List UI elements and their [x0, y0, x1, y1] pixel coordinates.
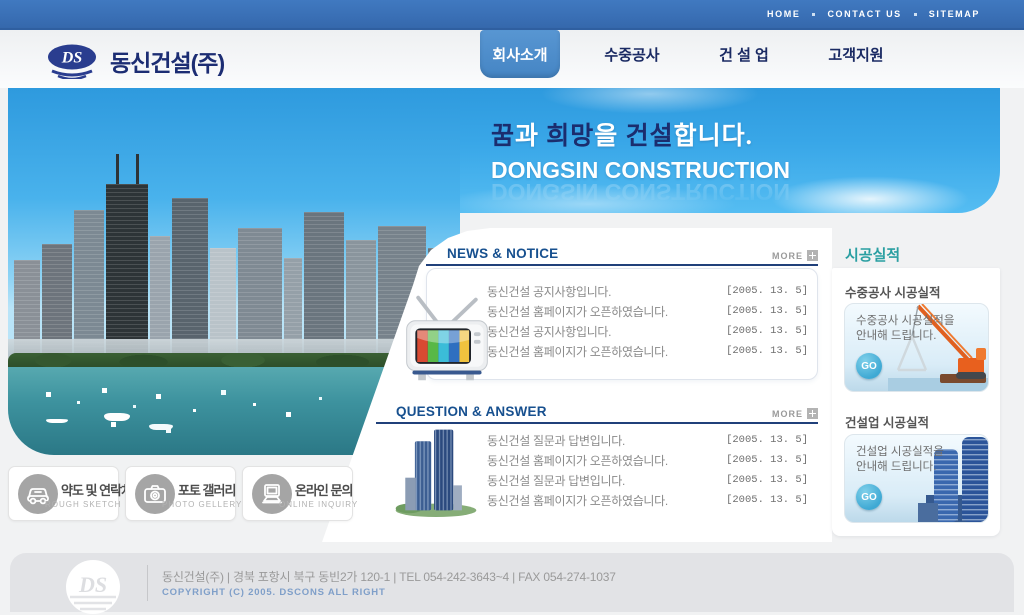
- nav-tab-construction[interactable]: 건 설 업: [704, 30, 784, 78]
- company-name: 동신건설(주): [110, 44, 224, 78]
- twin-towers-icon: [388, 422, 484, 518]
- qa-item[interactable]: 동신건설 홈페이지가 오픈하였습니다. [2005. 13. 5]: [487, 450, 808, 470]
- qa-item[interactable]: 동신건설 질문과 답변입니다. [2005. 13. 5]: [487, 430, 808, 450]
- tv-icon: [399, 290, 495, 386]
- nav-tab-customer-support[interactable]: 고객지원: [816, 30, 896, 78]
- quicklink-directions[interactable]: 약도 및 연락처 ROUGH SKETCH: [8, 466, 119, 521]
- cloud-decoration: [770, 176, 970, 213]
- news-item[interactable]: 동신건설 홈페이지가 오픈하였습니다. [2005. 13. 5]: [487, 301, 808, 321]
- qa-item[interactable]: 동신건설 홈페이지가 오픈하였습니다. [2005. 13. 5]: [487, 490, 808, 510]
- quicklink-photo-gallery[interactable]: 포토 갤러리 PHOTO GELLERY: [125, 466, 236, 521]
- news-list: 동신건설 공지사항입니다. [2005. 13. 5] 동신건설 홈페이지가 오…: [487, 281, 808, 361]
- qa-item[interactable]: 동신건설 질문과 답변입니다. [2005. 13. 5]: [487, 470, 808, 490]
- footer: DS 동신건설(주) | 경북 포항시 북구 동빈2가 120-1 | TEL …: [10, 553, 1014, 612]
- quicklink-online-inquiry[interactable]: 온라인 문의 ONLINE INQUIRY: [242, 466, 353, 521]
- sitemap-link[interactable]: SITEMAP: [929, 9, 980, 19]
- svg-text:DS: DS: [78, 572, 107, 597]
- footer-divider: [147, 565, 148, 601]
- bullet-icon: [914, 13, 917, 16]
- news-title: NEWS & NOTICE: [447, 246, 558, 261]
- hero-subtitle-reflection: DONGSIN CONSTRUCTION: [491, 178, 790, 205]
- plus-icon: [807, 408, 818, 419]
- qa-more-button[interactable]: MORE: [772, 408, 818, 419]
- card-label-construction: 건설업 시공실적: [845, 412, 929, 431]
- ds-logo-icon: DS: [46, 43, 98, 79]
- nav-tab-company-intro[interactable]: 회사소개: [480, 30, 560, 78]
- plus-icon: [807, 250, 818, 261]
- news-divider: [426, 264, 818, 266]
- qa-list: 동신건설 질문과 답변입니다. [2005. 13. 5] 동신건설 홈페이지가…: [487, 430, 808, 510]
- qa-title: QUESTION & ANSWER: [396, 404, 547, 419]
- card-construction[interactable]: 건설업 시공실적을 안내해 드립니다. GO: [844, 434, 989, 523]
- qa-section-header: QUESTION & ANSWER MORE: [396, 404, 818, 419]
- go-button-construction[interactable]: GO: [856, 484, 882, 510]
- contact-us-link[interactable]: CONTACT US: [827, 9, 901, 19]
- go-button-underwater[interactable]: GO: [856, 353, 882, 379]
- svg-text:DS: DS: [61, 50, 83, 67]
- hero-text: 꿈과 희망을 건설합니다. DONGSIN CONSTRUCTION DONGS…: [491, 116, 790, 205]
- hero-headline: 꿈과 희망을 건설합니다.: [491, 116, 790, 152]
- topbar-links: HOME CONTACT US SITEMAP: [767, 9, 980, 19]
- card-construction-desc: 건설업 시공실적을 안내해 드립니다.: [856, 445, 944, 475]
- page: HOME CONTACT US SITEMAP DS 동신건설(주) 회사소개 …: [0, 0, 1024, 612]
- news-more-button[interactable]: MORE: [772, 250, 818, 261]
- sidebar-title: 시공실적: [845, 244, 900, 265]
- news-item[interactable]: 동신건설 공지사항입니다. [2005. 13. 5]: [487, 321, 808, 341]
- card-label-underwater: 수중공사 시공실적: [845, 282, 940, 301]
- topbar: HOME CONTACT US SITEMAP: [0, 0, 1024, 30]
- header: DS 동신건설(주) 회사소개 수중공사 건 설 업 고객지원: [0, 30, 1024, 88]
- main-nav: 회사소개 수중공사 건 설 업 고객지원: [480, 30, 928, 88]
- footer-copyright: COPYRIGHT (C) 2005. DSCONS ALL RIGHT: [162, 587, 386, 598]
- bullet-icon: [812, 13, 815, 16]
- boat: [104, 413, 130, 421]
- footer-ds-logo-icon: DS: [62, 559, 124, 615]
- nav-tab-underwater-works[interactable]: 수중공사: [592, 30, 672, 78]
- footer-company-info: 동신건설(주) | 경북 포항시 북구 동빈2가 120-1 | TEL 054…: [162, 568, 616, 585]
- company-logo[interactable]: DS 동신건설(주): [46, 43, 224, 79]
- boats: [8, 454, 9, 455]
- news-item[interactable]: 동신건설 홈페이지가 오픈하였습니다. [2005. 13. 5]: [487, 341, 808, 361]
- cloud-decoration: [540, 88, 760, 114]
- home-link[interactable]: HOME: [767, 9, 800, 19]
- news-section-header: NEWS & NOTICE MORE: [447, 246, 818, 261]
- card-underwater-works[interactable]: 수중공사 시공실적을 안내해 드립니다. GO: [844, 303, 989, 392]
- news-item[interactable]: 동신건설 공지사항입니다. [2005. 13. 5]: [487, 281, 808, 301]
- card-underwater-desc: 수중공사 시공실적을 안내해 드립니다.: [856, 314, 954, 344]
- sidebar-panel: 수중공사 시공실적 수중공사 시공실적을 안내해 드립니다. GO 건설업: [832, 268, 1000, 536]
